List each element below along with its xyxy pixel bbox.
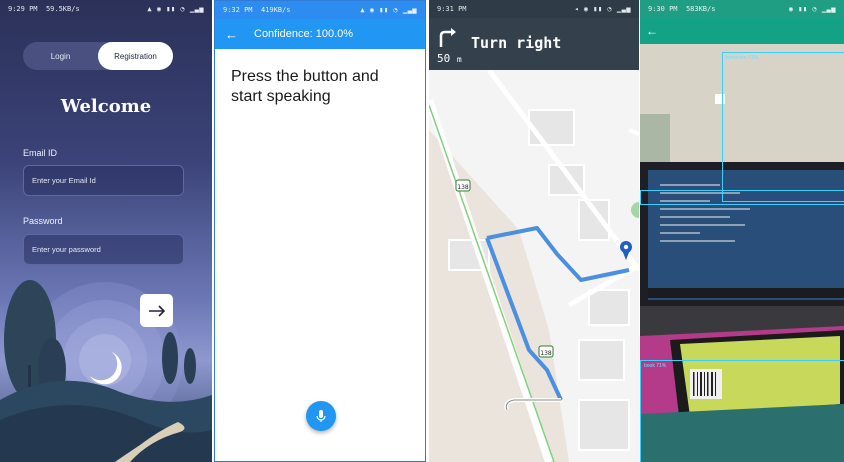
status-icons: ▲ ◉ ▮▮ ◔ ▁▃▅	[360, 6, 417, 14]
tab-login[interactable]: Login	[23, 42, 98, 70]
turn-distance: 50 m	[437, 52, 462, 65]
tab-registration[interactable]: Registration	[98, 42, 173, 70]
detection-label-tvmonitor: tvmonitor 41%	[726, 55, 758, 61]
arrow-left-icon[interactable]: ←	[646, 24, 658, 38]
detection-box-tvmonitor	[722, 52, 844, 202]
turn-instruction: Turn right	[471, 34, 562, 52]
status-speed: 59.5KB/s	[45, 5, 80, 13]
auth-tab-switch: Login Registration	[23, 42, 173, 70]
status-bar: 9:29 PM 59.5KB/s ▲ ◉ ▮▮ ◔ ▁▃▅	[0, 0, 212, 18]
status-icons: ◂ ◉ ▮▮ ◔ ▁▃▅	[574, 5, 631, 13]
email-label: Email ID	[23, 148, 58, 158]
status-speed: 419KB/s	[260, 6, 291, 14]
speech-screen: 9:32 PM 419KB/s ▲ ◉ ▮▮ ◔ ▁▃▅ ← Confidenc…	[214, 0, 426, 462]
arrow-left-icon[interactable]: ←	[225, 27, 238, 42]
distance-value: 50	[437, 52, 451, 65]
navigation-screen: 9:31 PM ◂ ◉ ▮▮ ◔ ▁▃▅ Turn right 50 m 138…	[429, 0, 639, 462]
status-icons: ▲ ◉ ▮▮ ◔ ▁▃▅	[147, 5, 204, 13]
status-icons: ◉ ▮▮ ◔ ▁▃▅	[788, 5, 836, 13]
microphone-button[interactable]	[306, 401, 336, 431]
confidence-title: Confidence: 100.0%	[254, 28, 354, 40]
arrow-right-icon	[148, 304, 165, 317]
registration-screen: 9:29 PM 59.5KB/s ▲ ◉ ▮▮ ◔ ▁▃▅ Login Regi…	[0, 0, 212, 462]
password-label: Password	[23, 216, 63, 226]
status-time: 9:32 PM	[223, 6, 253, 14]
night-landscape-illustration	[0, 280, 212, 462]
status-speed: 583KB/s	[685, 5, 716, 13]
detection-label-book: book 71%	[644, 363, 667, 369]
detection-box-2	[640, 190, 844, 205]
route-shield-1: 138	[455, 179, 471, 192]
email-field[interactable]: Enter your Email Id	[23, 165, 184, 196]
svg-text:138: 138	[540, 350, 552, 357]
app-bar: ←	[640, 18, 844, 44]
navigation-banner: Turn right 50 m	[429, 18, 639, 70]
speech-prompt: Press the button and start speaking	[231, 68, 379, 105]
map-view[interactable]: 138 138	[429, 70, 639, 462]
submit-arrow-button[interactable]	[140, 294, 173, 327]
svg-text:138: 138	[457, 184, 469, 191]
route-shield-2: 138	[538, 345, 554, 358]
microphone-icon	[316, 410, 326, 422]
status-time: 9:29 PM	[8, 5, 38, 13]
turn-right-icon	[439, 28, 456, 47]
status-bar: 9:31 PM ◂ ◉ ▮▮ ◔ ▁▃▅	[429, 0, 639, 18]
app-bar: ← Confidence: 100.0%	[215, 19, 425, 49]
object-detection-screen: 9:30 PM 583KB/s ◉ ▮▮ ◔ ▁▃▅ ← tvmonitor 4…	[640, 0, 844, 462]
page-title: Welcome	[60, 96, 152, 117]
distance-unit: m	[456, 55, 462, 64]
status-time: 9:31 PM	[437, 5, 467, 13]
screenshot-collage: 9:29 PM 59.5KB/s ▲ ◉ ▮▮ ◔ ▁▃▅ Login Regi…	[0, 0, 844, 462]
password-field[interactable]: Enter your password	[23, 234, 184, 265]
status-bar: 9:30 PM 583KB/s ◉ ▮▮ ◔ ▁▃▅	[640, 0, 844, 18]
detection-box-book	[640, 360, 844, 462]
status-time: 9:30 PM	[648, 5, 678, 13]
status-bar: 9:32 PM 419KB/s ▲ ◉ ▮▮ ◔ ▁▃▅	[215, 1, 425, 19]
